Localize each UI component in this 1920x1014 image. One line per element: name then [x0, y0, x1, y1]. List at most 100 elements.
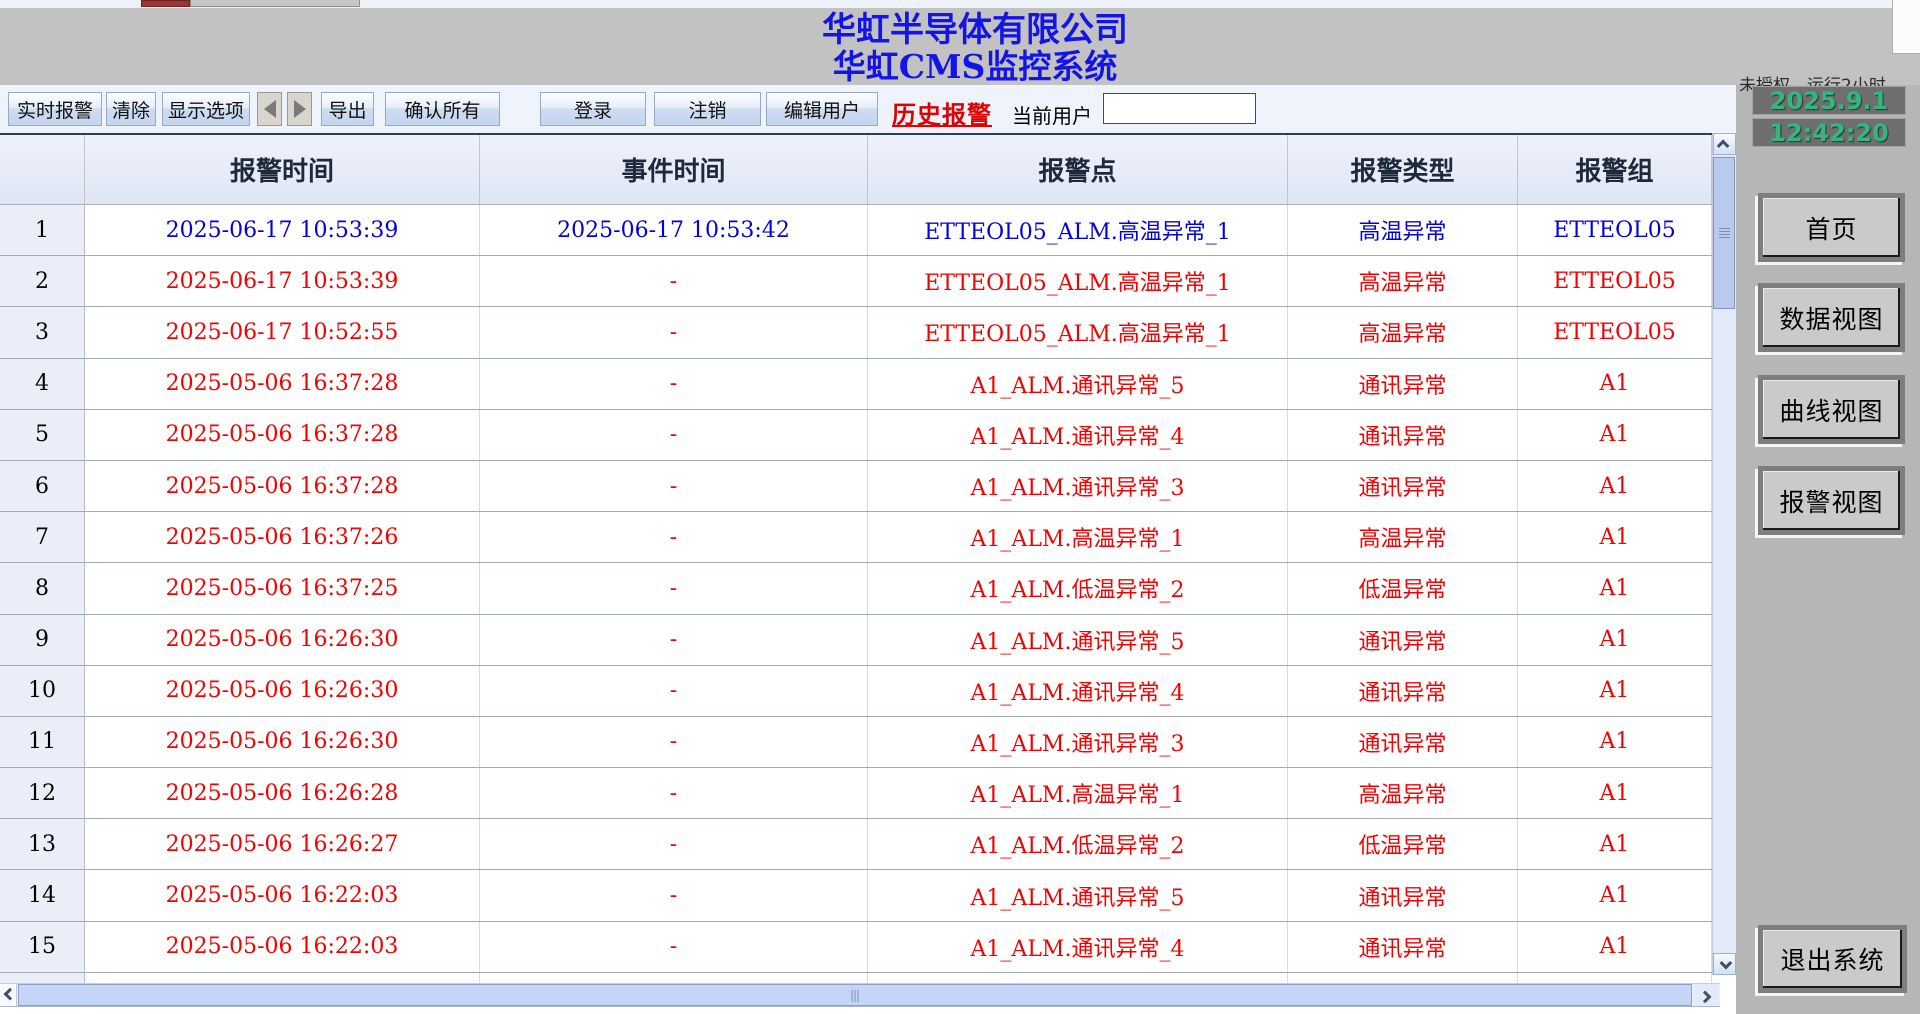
cell-no: 7	[0, 512, 85, 562]
cell-empty	[480, 973, 868, 983]
chevron-up-icon	[1717, 139, 1730, 152]
cell-no: 13	[0, 819, 85, 869]
vertical-scrollbar[interactable]	[1712, 133, 1736, 975]
display-options-button[interactable]: 显示选项	[162, 92, 250, 126]
table-row[interactable]: 132025-05-06 16:26:27-A1_ALM.低温异常_2低温异常A…	[0, 819, 1736, 870]
table-row[interactable]: 32025-06-17 10:52:55-ETTEOL05_ALM.高温异常_1…	[0, 307, 1736, 358]
clear-button[interactable]: 清除	[106, 92, 156, 126]
table-row[interactable]: 42025-05-06 16:37:28-A1_ALM.通讯异常_5通讯异常A1	[0, 359, 1736, 410]
toolbar: 实时报警 清除 显示选项 导出 确认所有 登录 注销 编辑用户 历史报警 当前用…	[0, 85, 1736, 133]
cell-group: A1	[1518, 768, 1712, 818]
cell-type: 通讯异常	[1288, 359, 1518, 409]
realtime-alarm-button[interactable]: 实时报警	[8, 92, 102, 126]
login-button[interactable]: 登录	[540, 92, 646, 126]
nav-data-view-button[interactable]: 数据视图	[1758, 283, 1905, 352]
current-user-input[interactable]	[1103, 93, 1256, 124]
exit-system-button[interactable]: 退出系统	[1758, 925, 1907, 993]
cell-alarm_time: 2025-05-06 16:22:03	[85, 870, 480, 920]
cell-point: ETTEOL05_ALM.高温异常_1	[868, 307, 1288, 357]
horizontal-scrollbar[interactable]	[0, 983, 1720, 1007]
cell-group: A1	[1518, 359, 1712, 409]
header-type: 报警类型	[1288, 135, 1518, 204]
table-row[interactable]: 12025-06-17 10:53:392025-06-17 10:53:42E…	[0, 205, 1736, 256]
cell-point: A1_ALM.低温异常_2	[868, 819, 1288, 869]
cell-no: 14	[0, 870, 85, 920]
table-row[interactable]: 112025-05-06 16:26:30-A1_ALM.通讯异常_3通讯异常A…	[0, 717, 1736, 768]
cell-type: 通讯异常	[1288, 717, 1518, 767]
thumb-grip-icon	[1719, 228, 1730, 240]
cell-alarm_time: 2025-05-06 16:26:30	[85, 717, 480, 767]
right-triangle-icon	[294, 100, 306, 118]
scroll-up-button[interactable]	[1713, 133, 1736, 155]
cell-group: A1	[1518, 922, 1712, 972]
header-row-number	[0, 135, 85, 204]
table-row[interactable]: 82025-05-06 16:37:25-A1_ALM.低温异常_2低温异常A1	[0, 563, 1736, 614]
cell-no: 4	[0, 359, 85, 409]
cell-point: A1_ALM.通讯异常_4	[868, 410, 1288, 460]
chevron-right-icon	[1699, 990, 1712, 1003]
scroll-down-button[interactable]	[1713, 953, 1736, 975]
table-row[interactable]: 52025-05-06 16:37:28-A1_ALM.通讯异常_4通讯异常A1	[0, 410, 1736, 461]
cell-group: A1	[1518, 461, 1712, 511]
cell-group: A1	[1518, 563, 1712, 613]
cell-point: A1_ALM.高温异常_1	[868, 768, 1288, 818]
cell-group: A1	[1518, 615, 1712, 665]
time-display: 12:42:20	[1752, 118, 1906, 147]
cell-no: 9	[0, 615, 85, 665]
table-row[interactable]: 142025-05-06 16:22:03-A1_ALM.通讯异常_5通讯异常A…	[0, 870, 1736, 921]
export-button[interactable]: 导出	[321, 92, 374, 126]
cell-event_time: -	[480, 512, 868, 562]
cell-alarm_time: 2025-06-17 10:53:39	[85, 205, 480, 255]
cell-event_time: -	[480, 870, 868, 920]
cell-point: A1_ALM.通讯异常_3	[868, 717, 1288, 767]
table-row[interactable]: 102025-05-06 16:26:30-A1_ALM.通讯异常_4通讯异常A…	[0, 666, 1736, 717]
cell-point: A1_ALM.通讯异常_5	[868, 615, 1288, 665]
alarm-rows: 12025-06-17 10:53:392025-06-17 10:53:42E…	[0, 205, 1736, 983]
cell-no: 3	[0, 307, 85, 357]
cell-type: 高温异常	[1288, 307, 1518, 357]
cell-group: A1	[1518, 512, 1712, 562]
cell-alarm_time: 2025-05-06 16:26:30	[85, 666, 480, 716]
cell-group: A1	[1518, 666, 1712, 716]
table-row[interactable]: 72025-05-06 16:37:26-A1_ALM.高温异常_1高温异常A1	[0, 512, 1736, 563]
date-display: 2025.9.1	[1752, 86, 1906, 115]
history-alarm-link[interactable]: 历史报警	[892, 95, 992, 130]
table-row[interactable]: 92025-05-06 16:26:30-A1_ALM.通讯异常_5通讯异常A1	[0, 615, 1736, 666]
cell-empty	[85, 973, 480, 983]
alarm-table: 报警时间 事件时间 报警点 报警类型 报警组 12025-06-17 10:53…	[0, 133, 1736, 983]
edit-user-button[interactable]: 编辑用户	[766, 92, 878, 126]
table-row[interactable]: 152025-05-06 16:22:03-A1_ALM.通讯异常_4通讯异常A…	[0, 922, 1736, 973]
confirm-all-button[interactable]: 确认所有	[385, 92, 500, 126]
cell-group: A1	[1518, 717, 1712, 767]
cell-type: 通讯异常	[1288, 870, 1518, 920]
cell-alarm_time: 2025-06-17 10:53:39	[85, 256, 480, 306]
nav-alarm-view-button[interactable]: 报警视图	[1758, 466, 1905, 535]
vertical-scrollbar-thumb[interactable]	[1713, 157, 1735, 309]
cell-no: 15	[0, 922, 85, 972]
cell-empty	[868, 973, 1288, 983]
cell-alarm_time: 2025-05-06 16:37:28	[85, 410, 480, 460]
next-page-button[interactable]	[287, 92, 312, 126]
prev-page-button[interactable]	[257, 92, 282, 126]
header-event-time: 事件时间	[480, 135, 868, 204]
cell-empty	[0, 973, 85, 983]
cell-alarm_time: 2025-06-17 10:52:55	[85, 307, 480, 357]
cell-alarm_time: 2025-05-06 16:37:28	[85, 359, 480, 409]
cell-point: A1_ALM.通讯异常_5	[868, 870, 1288, 920]
logout-button[interactable]: 注销	[654, 92, 761, 126]
scroll-left-button[interactable]	[0, 984, 17, 1006]
cell-point: ETTEOL05_ALM.高温异常_1	[868, 256, 1288, 306]
cell-point: A1_ALM.通讯异常_4	[868, 922, 1288, 972]
corner-notch	[1892, 0, 1920, 54]
table-row[interactable]: 22025-06-17 10:53:39-ETTEOL05_ALM.高温异常_1…	[0, 256, 1736, 307]
cell-group: ETTEOL05	[1518, 256, 1712, 306]
horizontal-scrollbar-thumb[interactable]	[18, 984, 1692, 1006]
cell-no: 6	[0, 461, 85, 511]
nav-curve-view-button[interactable]: 曲线视图	[1758, 375, 1905, 444]
nav-home-button[interactable]: 首页	[1758, 193, 1905, 262]
table-row[interactable]: 62025-05-06 16:37:28-A1_ALM.通讯异常_3通讯异常A1	[0, 461, 1736, 512]
table-row-partial	[0, 973, 1736, 983]
table-row[interactable]: 122025-05-06 16:26:28-A1_ALM.高温异常_1高温异常A…	[0, 768, 1736, 819]
scroll-right-button[interactable]	[1694, 984, 1719, 1006]
cell-type: 通讯异常	[1288, 410, 1518, 460]
